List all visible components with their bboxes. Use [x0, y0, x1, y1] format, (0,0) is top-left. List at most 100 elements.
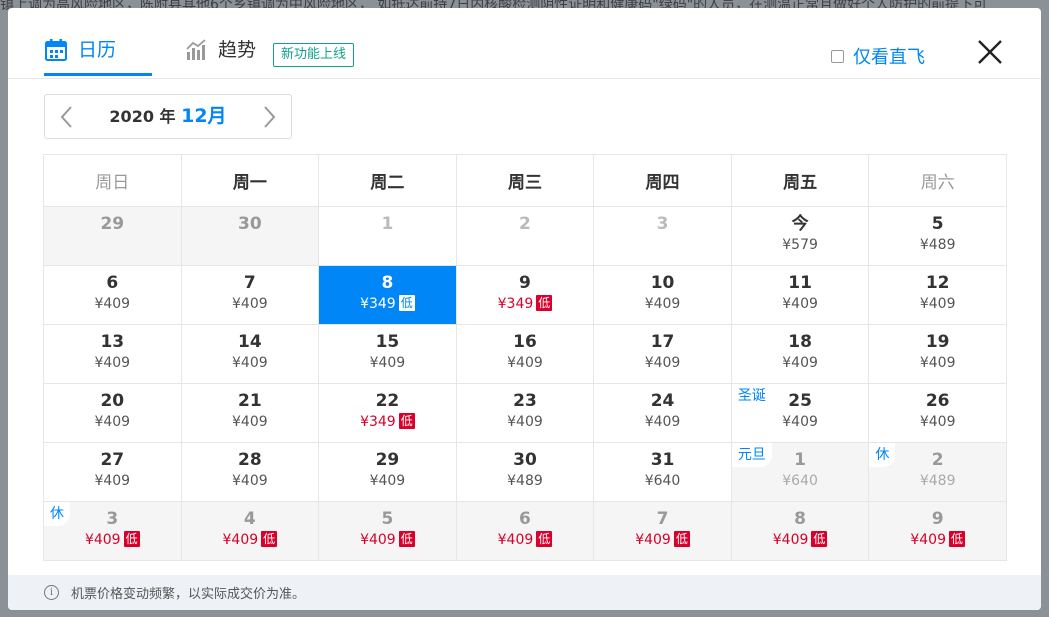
day-number: 27 — [100, 450, 125, 470]
day-price-value: ¥409 — [232, 355, 268, 371]
day-price: ¥409 — [732, 413, 869, 431]
calendar-day-cell[interactable]: 12 ¥409 — [868, 265, 1007, 325]
day-price-value: ¥409 — [84, 532, 121, 548]
calendar-day-cell[interactable]: 8 ¥409 低 — [730, 501, 870, 561]
day-price-value: ¥409 — [94, 296, 131, 312]
day-number: 31 — [650, 450, 675, 470]
calendar-day-cell[interactable]: 26 ¥409 — [868, 383, 1007, 443]
calendar-day-cell[interactable]: 16 ¥409 — [455, 324, 595, 384]
current-month: 2020 年 12月 — [45, 95, 291, 138]
calendar-day-cell[interactable]: 29 ¥409 — [318, 442, 457, 502]
calendar-week-row: 休 3 ¥409 低 4 ¥409 低 5 ¥409 低 6 ¥409 低 7 ¥409 低 8 ¥409 低 9 ¥4… — [43, 501, 1007, 561]
calendar-day-cell[interactable]: 27 ¥409 — [43, 442, 182, 502]
day-price: ¥349 低 — [319, 413, 456, 431]
tab-calendar[interactable]: 日历 — [44, 36, 152, 76]
current-year: 2020 — [109, 107, 154, 126]
direct-only-toggle[interactable]: 仅看直飞 — [831, 43, 925, 69]
calendar-day-cell[interactable]: 休 3 ¥409 低 — [43, 501, 182, 561]
price-notice-bar: i 机票价格变动频繁，以实际成交价为准。 — [8, 575, 1041, 610]
day-number: 3 — [656, 214, 669, 234]
calendar-day-cell[interactable]: 6 ¥409 — [43, 265, 182, 325]
tab-trend[interactable]: 趋势 — [184, 36, 256, 76]
day-number: 今 — [791, 214, 809, 234]
calendar-day-cell[interactable]: 31 ¥640 — [593, 442, 732, 502]
calendar-day-cell[interactable]: 10 ¥409 — [593, 265, 732, 325]
calendar-day-cell[interactable]: 元旦 1 ¥640 — [730, 442, 870, 502]
calendar-day-cell[interactable]: 8 ¥349 低 — [318, 265, 457, 325]
calendar-day-cell[interactable]: 29 — [43, 206, 182, 266]
day-price-value: ¥409 — [222, 532, 259, 548]
day-price: ¥640 — [732, 472, 869, 490]
direct-only-checkbox[interactable] — [831, 49, 844, 63]
calendar-day-cell[interactable]: 18 ¥409 — [730, 324, 870, 384]
calendar-day-cell[interactable]: 5 ¥409 低 — [318, 501, 457, 561]
calendar-day-cell[interactable]: 6 ¥409 低 — [455, 501, 595, 561]
calendar-day-cell[interactable]: 17 ¥409 — [593, 324, 732, 384]
calendar-day-cell[interactable]: 圣诞 25 ¥409 — [730, 383, 870, 443]
day-price-value: ¥409 — [919, 414, 956, 430]
calendar-day-cell[interactable]: 5 ¥489 — [868, 206, 1007, 266]
calendar-day-cell[interactable]: 19 ¥409 — [868, 324, 1007, 384]
day-number: 28 — [238, 450, 262, 470]
calendar-week-row: 6 ¥409 7 ¥409 8 ¥349 低 9 ¥349 低 10 ¥409 11 ¥409 12 ¥409 — [43, 265, 1007, 325]
calendar-day-cell[interactable]: 15 ¥409 — [318, 324, 457, 384]
day-price: ¥409 — [869, 295, 1006, 313]
calendar-day-cell[interactable]: 30 ¥489 — [455, 442, 595, 502]
calendar-day-cell[interactable]: 休 2 ¥489 — [868, 442, 1007, 502]
day-price-value: ¥409 — [369, 473, 406, 489]
day-price: ¥409 低 — [319, 531, 456, 549]
day-price-value: ¥409 — [507, 414, 543, 430]
calendar-day-cell[interactable]: 23 ¥409 — [455, 383, 595, 443]
day-price-value: ¥349 — [360, 296, 396, 312]
calendar-day-cell[interactable]: 13 ¥409 — [43, 324, 182, 384]
tab-trend-label: 趋势 — [218, 39, 257, 61]
day-price-value: ¥640 — [782, 473, 818, 489]
day-number: 30 — [513, 450, 537, 470]
calendar-day-cell[interactable]: 22 ¥349 低 — [318, 383, 457, 443]
weekday-tue: 周二 — [318, 154, 457, 207]
calendar-day-cell[interactable]: 今 ¥579 — [730, 206, 870, 266]
year-suffix: 年 — [153, 107, 182, 126]
day-price-value: ¥409 — [644, 414, 681, 430]
close-icon[interactable] — [976, 38, 1004, 66]
calendar-day-cell[interactable]: 11 ¥409 — [730, 265, 870, 325]
current-month-value: 12月 — [181, 105, 227, 127]
price-calendar-dialog: 日历 趋势 新功能上线 仅看直飞 2020 年 12月 周日 周一 周二 周三 … — [8, 8, 1041, 610]
day-number: 6 — [106, 273, 119, 293]
calendar-day-cell[interactable]: 7 ¥409 低 — [593, 501, 732, 561]
calendar-day-cell[interactable]: 14 ¥409 — [180, 324, 320, 384]
day-price-value: ¥409 — [919, 296, 956, 312]
direct-only-label: 仅看直飞 — [853, 47, 925, 68]
day-price: ¥409 — [182, 354, 319, 372]
day-number: 16 — [513, 332, 537, 352]
low-price-badge: 低 — [673, 531, 690, 547]
calendar-day-cell: 2 — [455, 206, 595, 266]
day-price: ¥409 — [594, 295, 731, 313]
month-navigator: 2020 年 12月 — [44, 94, 292, 139]
calendar-day-cell[interactable]: 4 ¥409 低 — [180, 501, 320, 561]
day-price: ¥409 低 — [869, 531, 1006, 549]
day-number: 20 — [100, 391, 125, 411]
day-price-value: ¥349 — [360, 414, 396, 430]
calendar-day-cell[interactable]: 9 ¥409 低 — [868, 501, 1007, 561]
day-price-value: ¥409 — [94, 355, 131, 371]
day-price: ¥409 — [182, 472, 319, 490]
tab-calendar-label: 日历 — [78, 39, 117, 61]
calendar-day-cell[interactable]: 7 ¥409 — [180, 265, 320, 325]
day-price: ¥409 — [44, 295, 181, 313]
day-price-value: ¥409 — [644, 355, 681, 371]
day-price: ¥349 低 — [457, 295, 594, 313]
calendar-day-cell[interactable]: 24 ¥409 — [593, 383, 732, 443]
calendar-day-cell[interactable]: 28 ¥409 — [180, 442, 320, 502]
day-price-value: ¥489 — [919, 473, 956, 489]
day-price-value: ¥409 — [772, 532, 809, 548]
calendar-day-cell[interactable]: 20 ¥409 — [43, 383, 182, 443]
calendar-day-cell[interactable]: 9 ¥349 低 — [455, 265, 595, 325]
calendar-day-cell[interactable]: 30 — [180, 206, 320, 266]
weekday-fri: 周五 — [730, 154, 870, 207]
day-price-value: ¥409 — [919, 355, 956, 371]
info-icon: i — [44, 585, 59, 600]
day-number: 6 — [519, 509, 531, 529]
calendar-day-cell[interactable]: 21 ¥409 — [180, 383, 320, 443]
chevron-right-icon[interactable] — [256, 103, 282, 131]
